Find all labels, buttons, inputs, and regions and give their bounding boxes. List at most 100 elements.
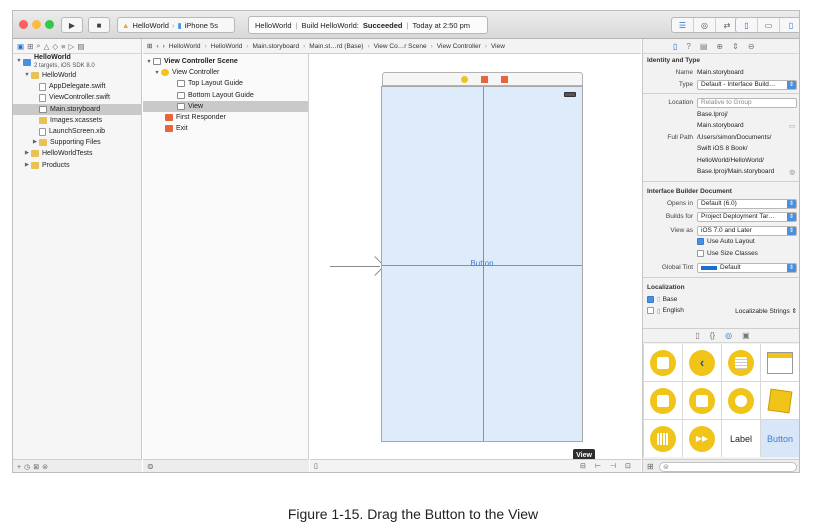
tint-popup[interactable]: Default ⇕ bbox=[697, 263, 797, 273]
jump-item[interactable]: HelloWorld bbox=[211, 43, 243, 50]
first-responder-icon[interactable] bbox=[481, 76, 488, 83]
jump-item[interactable]: Main.storyboard bbox=[252, 43, 299, 50]
outline-first-responder[interactable]: First Responder bbox=[143, 112, 308, 123]
tree-item[interactable]: AppDelegate.swift bbox=[13, 81, 141, 92]
pin-icon[interactable]: ⊣ bbox=[610, 462, 616, 470]
identity-inspector-icon[interactable]: ▤ bbox=[700, 42, 708, 51]
av-player-view-controller-object[interactable]: ▶▶ bbox=[683, 420, 721, 457]
align-icon[interactable]: ⊢ bbox=[595, 462, 601, 470]
builds-popup[interactable]: Project Deployment Tar… ⇕ bbox=[697, 212, 797, 222]
connections-inspector-icon[interactable]: ⊖ bbox=[748, 42, 755, 51]
debug-toggle-icon[interactable]: ▭ bbox=[758, 18, 780, 32]
outline-exit[interactable]: Exit bbox=[143, 123, 308, 134]
add-icon[interactable]: + bbox=[17, 464, 21, 471]
base-checkbox[interactable] bbox=[647, 295, 654, 303]
object-library-icon[interactable]: ◎ bbox=[725, 331, 732, 340]
collection-view-object[interactable] bbox=[644, 420, 682, 457]
viewas-popup[interactable]: iOS 7.0 and Later ⇕ bbox=[697, 225, 797, 236]
exit-icon[interactable] bbox=[501, 76, 508, 83]
tree-item[interactable]: ▶ HelloWorldTests bbox=[13, 148, 141, 159]
stop-button[interactable]: ■ bbox=[88, 17, 110, 33]
folder-icon[interactable]: ▣ bbox=[17, 42, 24, 51]
help-inspector-icon[interactable]: ? bbox=[686, 42, 690, 51]
outline-toggle-icon[interactable]: ▯ bbox=[314, 462, 318, 470]
view-toggle-control[interactable]: ▯ ▭ ▯ bbox=[735, 17, 799, 33]
grid-view-icon[interactable]: ⊞ bbox=[647, 462, 654, 471]
symbol-icon[interactable]: ⊞ bbox=[27, 42, 33, 51]
button-object[interactable]: Button bbox=[761, 420, 799, 457]
zoom-window-button[interactable] bbox=[45, 20, 54, 29]
run-button[interactable]: ▶ bbox=[61, 17, 83, 33]
report-icon[interactable]: ▤ bbox=[77, 42, 84, 51]
table-view-controller-object[interactable] bbox=[722, 344, 760, 381]
jump-item[interactable]: HelloWorld bbox=[169, 43, 201, 50]
filter-icon[interactable]: ⊜ bbox=[147, 462, 154, 471]
jump-item[interactable]: View bbox=[491, 43, 505, 50]
sizeclasses-checkbox[interactable]: Use Size Classes bbox=[697, 249, 758, 257]
search-icon[interactable]: ⌕ bbox=[36, 41, 40, 51]
debug-icon[interactable]: ≡ bbox=[61, 42, 65, 51]
file-inspector-icon[interactable]: ▯ bbox=[673, 42, 677, 51]
outline-item[interactable]: Top Layout Guide bbox=[143, 78, 308, 89]
scm-icon[interactable]: ⊠ bbox=[33, 463, 39, 471]
outline-controller[interactable]: ▼ View Controller bbox=[143, 67, 308, 78]
test-icon[interactable]: ◇ bbox=[52, 42, 58, 51]
jump-item[interactable]: View Co…r Scene bbox=[374, 43, 427, 50]
tree-item-selected[interactable]: Main.storyboard bbox=[13, 103, 141, 115]
outline-scene[interactable]: ▼ View Controller Scene bbox=[143, 56, 308, 67]
outline-item[interactable]: Bottom Layout Guide bbox=[143, 90, 308, 101]
reveal-icon[interactable]: ◎ bbox=[789, 168, 795, 176]
split-view-controller-object[interactable] bbox=[683, 382, 721, 419]
navigation-controller-object[interactable]: ‹ bbox=[683, 344, 721, 381]
tab-bar-controller-object[interactable] bbox=[644, 382, 682, 419]
file-template-icon[interactable]: ▯ bbox=[695, 331, 699, 340]
filter-icon[interactable]: ⊜ bbox=[42, 463, 48, 471]
tree-item[interactable]: LaunchScreen.xib bbox=[13, 126, 141, 137]
jump-item[interactable]: View Controller bbox=[437, 43, 481, 50]
resolve-icon[interactable]: ⊡ bbox=[625, 462, 631, 470]
name-value[interactable]: Main.storyboard bbox=[697, 69, 744, 76]
back-icon[interactable]: ‹ bbox=[156, 43, 158, 50]
tree-item[interactable]: ▼ HelloWorld bbox=[13, 70, 141, 81]
tree-item[interactable]: ViewController.swift bbox=[13, 92, 141, 103]
jump-item[interactable]: Main.st…rd (Base) bbox=[309, 43, 363, 50]
view-controller-icon[interactable] bbox=[461, 76, 468, 83]
size-inspector-icon[interactable]: ⇕ bbox=[732, 42, 739, 51]
page-view-controller-object[interactable] bbox=[722, 382, 760, 419]
size-class-icon[interactable]: ⊟ bbox=[580, 462, 586, 470]
type-popup[interactable]: Default - Interface Build… ⇕ bbox=[697, 79, 797, 90]
loc-english-value[interactable]: Localizable Strings ⇕ bbox=[735, 307, 797, 315]
scheme-selector[interactable]: ▲ HelloWorld › ▮ iPhone 5s bbox=[117, 17, 235, 33]
standard-editor-icon[interactable]: ☰ bbox=[672, 18, 694, 32]
attributes-inspector-icon[interactable]: ⊕ bbox=[716, 42, 723, 51]
editor-mode-control[interactable]: ☰ ◎ ⇄ bbox=[671, 17, 739, 33]
media-library-icon[interactable]: ▣ bbox=[742, 331, 750, 340]
dragged-button[interactable]: Button bbox=[382, 259, 582, 268]
forward-icon[interactable]: › bbox=[163, 43, 165, 50]
navigator-toggle-icon[interactable]: ▯ bbox=[736, 18, 758, 32]
collection-view-controller-object[interactable] bbox=[761, 344, 799, 381]
assistant-editor-icon[interactable]: ◎ bbox=[694, 18, 716, 32]
library-search-input[interactable]: ⊜ bbox=[659, 462, 797, 472]
label-object[interactable]: Label bbox=[722, 420, 760, 457]
autolayout-checkbox[interactable]: Use Auto Layout bbox=[697, 238, 755, 245]
location-popup[interactable]: Relative to Group bbox=[697, 98, 797, 108]
glkit-view-controller-object[interactable] bbox=[761, 382, 799, 419]
tree-item[interactable]: ▶ Products bbox=[13, 160, 141, 171]
english-checkbox[interactable] bbox=[647, 307, 654, 315]
storyboard-canvas[interactable]: Button View ▯ ⊟ ⊢ ⊣ ⊡ bbox=[310, 54, 641, 472]
tree-item[interactable]: ▶ Supporting Files bbox=[13, 137, 141, 148]
folder-icon[interactable]: ▭ bbox=[789, 122, 795, 130]
recent-icon[interactable]: ◷ bbox=[24, 463, 30, 471]
breakpoint-icon[interactable]: ▷ bbox=[69, 42, 75, 51]
close-window-button[interactable] bbox=[19, 20, 28, 29]
project-row[interactable]: ▼ HelloWorld 2 targets, iOS SDK 8.0 bbox=[13, 54, 141, 70]
opens-popup[interactable]: Default (6.0) ⇕ bbox=[697, 198, 797, 209]
related-items-icon[interactable]: ⊞ bbox=[147, 42, 152, 50]
code-snippet-icon[interactable]: {} bbox=[710, 331, 715, 340]
minimize-window-button[interactable] bbox=[32, 20, 41, 29]
view-controller-object[interactable] bbox=[644, 344, 682, 381]
warning-icon[interactable]: △ bbox=[44, 42, 50, 51]
view-controller-view[interactable]: Button bbox=[381, 86, 583, 442]
outline-item-selected[interactable]: View bbox=[143, 100, 308, 112]
